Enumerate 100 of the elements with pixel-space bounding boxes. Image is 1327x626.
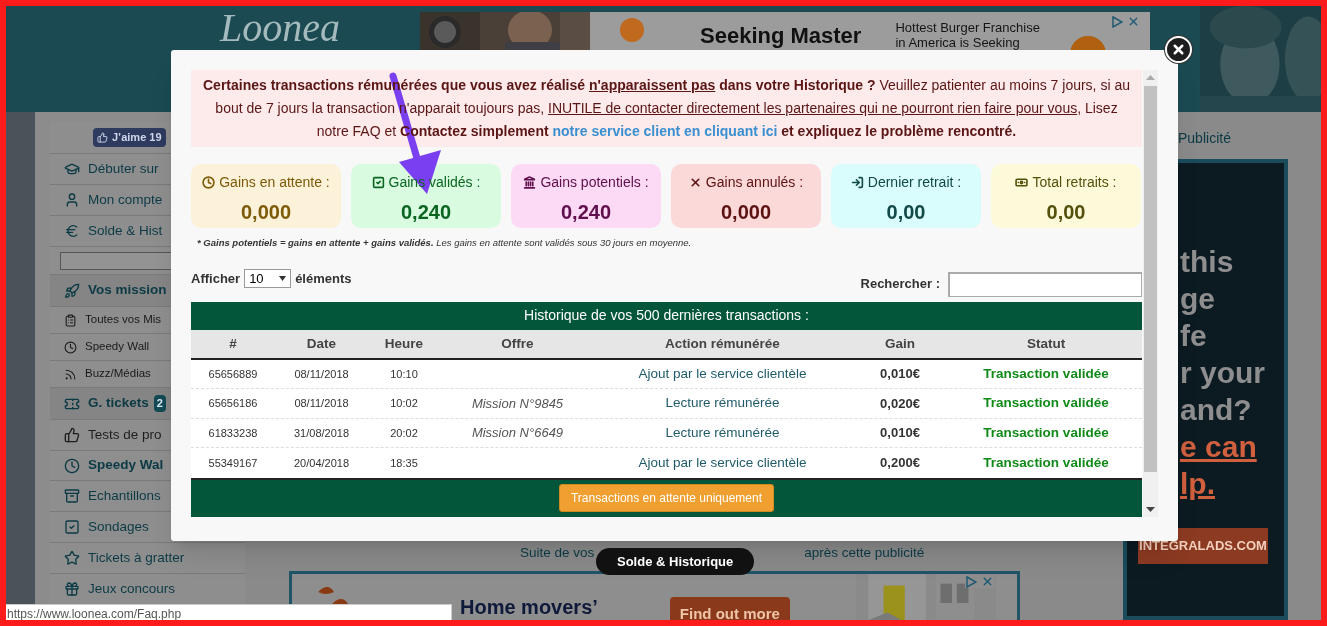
clock-icon [64,340,77,354]
table-cell-text: 65656889 [207,366,259,382]
scrollbar-thumb[interactable] [1144,86,1157,472]
site-logo[interactable]: Loonea [220,8,420,48]
thumbs-up-icon [97,132,108,143]
column-header: # [228,334,238,353]
url-tooltip: https://www.loonea.com/Faq.php [6,604,452,620]
sidebar-item[interactable]: Speedy Wall [85,338,150,356]
ad-button[interactable]: Find out more [669,597,790,620]
table-cell-text: 10:10 [389,366,419,382]
scrollbar[interactable] [1143,70,1158,517]
column-header: Date [305,334,338,353]
bottom-ad[interactable]: Home movers’ Find out more [289,571,1020,620]
sidebar-item[interactable]: Sondages [88,516,149,538]
action-link[interactable]: Lecture rémunérée [595,423,850,444]
ad-text: ge [1180,281,1216,317]
continue-text: après cette publicité [804,544,925,562]
graduation-cap-icon [64,161,80,177]
continue-text: Suite de vos [520,544,595,562]
scroll-down-icon[interactable] [1146,507,1155,512]
caret-icon [279,276,287,282]
ad-text: e can [1180,429,1258,465]
column-header: Heure [383,334,425,353]
table-cell-text: 08/11/2018 [293,366,350,382]
gift-icon [64,581,80,597]
sidebar-item[interactable]: Tests de pro [88,424,162,446]
thumbs-up-icon [64,427,80,443]
stat-value: 0,00 [1046,200,1086,225]
action-link[interactable]: Lecture rémunérée [595,393,850,414]
table-title: Historique de vos 500 dernières transactions : [191,301,1142,331]
table-cell-text: 0,010€ [879,365,921,384]
archive-icon [64,488,80,504]
column-header: Gain [884,334,916,353]
rocket-icon [64,282,80,299]
sidebar-item[interactable]: Solde & Hist [88,220,163,242]
ad-headline: Home movers’ [460,595,598,620]
search-field[interactable] [948,271,1142,297]
star-icon [64,550,80,566]
action-link[interactable]: Ajout par le service clientèle [595,363,850,385]
status-text: Transaction validée [982,424,1110,442]
sidebar-item[interactable]: G. tickets [88,393,149,414]
sidebar-item[interactable]: Débuter sur [88,158,159,180]
ad-text: this [1180,244,1235,280]
bank-icon [523,176,537,189]
column-header: Offre [500,334,535,353]
sidebar-item[interactable]: Tickets à gratter [88,547,185,569]
table-cell-text: 08/11/2018 [293,396,350,412]
ad-text: fe [1180,318,1208,354]
ad-logo-icon [620,18,644,42]
sidebar-item[interactable]: Echantillons [88,485,161,507]
action-link[interactable]: Ajout par le service clientèle [595,453,850,474]
close-icon[interactable] [1127,15,1140,28]
table-cell-text: 20:02 [389,425,419,441]
rss-icon [64,367,77,381]
status-text: Transaction validée [982,394,1110,413]
status-text: Transaction validée [982,364,1110,383]
table-cell-text: 10:02 [389,396,419,412]
table-cell-text: 0,020€ [879,394,921,413]
table-cell-text: 61833238 [207,425,259,441]
like-button[interactable]: J’aime 19 [93,128,166,147]
stat-value: 0,000 [240,200,292,225]
sidebar-item[interactable]: Buzz/Médias [85,365,151,383]
stat-label: Gains en attente : [219,173,330,192]
euro-icon [64,223,80,239]
table-cell-text: 65656186 [207,396,259,412]
length-label: éléments [295,270,352,289]
stat-value: 0,000 [720,200,772,225]
ad-choices-icon[interactable] [1111,15,1123,28]
table-cell-text: 31/08/2018 [292,425,351,441]
ad-choices-icon[interactable] [964,575,977,588]
page-tab[interactable]: Solde & Historique [596,548,755,575]
count-badge: 2 [153,395,166,412]
ad-headline: Seeking Master [700,24,862,48]
stat-value: 0,240 [560,200,612,225]
ad-text: lp. [1180,466,1216,502]
banknote-icon [1015,176,1029,189]
clock-icon [202,176,216,189]
footnote: * Gains potentiels = gains en attente + gains validés. Les gains en attente sont validés sous 30 jours en moyenne. [197,236,693,250]
clipboard-icon [64,313,77,327]
column-header: Statut [1025,334,1067,353]
close-icon [1171,42,1186,57]
stat-label: Dernier retrait : [867,173,962,192]
stat-label: Total retraits : [1032,173,1117,192]
table-cell-text: Mission N°6649 [470,424,565,443]
ad-text: and? [1180,392,1253,428]
service-link[interactable]: notre service client en cliquant ici [552,123,778,139]
clock-icon [64,457,80,474]
publicity-link[interactable]: Publicité [1178,128,1321,149]
stat-label: Gains annulés : [705,173,804,192]
ad-text: Hottest Burger Franchise [895,20,1040,35]
sidebar-item[interactable]: Mon compte [88,189,163,211]
table-cell-text: 0,200€ [879,454,921,473]
sidebar-item[interactable]: Toutes vos Mis [85,311,162,329]
status-text: Transaction validée [982,454,1110,472]
sidebar-item[interactable]: Jeux concours [88,578,176,600]
page-size-select[interactable]: 10 [244,269,292,289]
scroll-up-icon[interactable] [1146,75,1155,80]
table-cell-text: 55349167 [207,455,259,471]
sidebar-item[interactable]: Speedy Wal [88,455,164,476]
table-cell-text: 18:35 [389,455,419,471]
